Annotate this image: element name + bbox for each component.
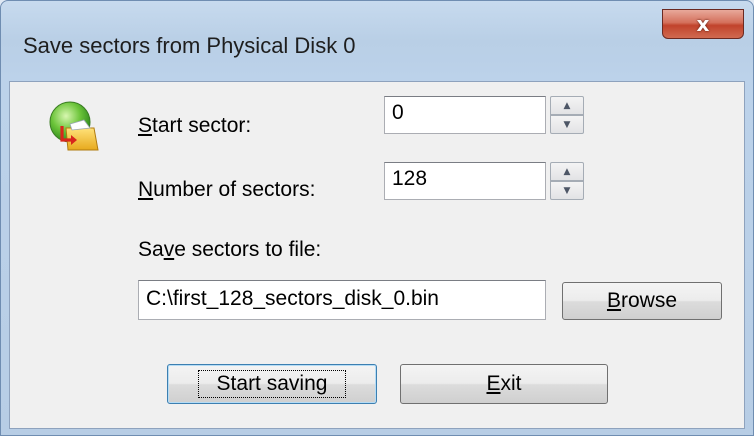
save-file-path-input[interactable]: C:\first_128_sectors_disk_0.bin xyxy=(138,280,546,320)
title-bar[interactable]: Save sectors from Physical Disk 0 x xyxy=(1,1,753,81)
exit-button[interactable]: Exit xyxy=(400,364,608,404)
browse-button[interactable]: Browse xyxy=(562,282,722,320)
window-title: Save sectors from Physical Disk 0 xyxy=(23,33,356,58)
spin-down-arrow-icon[interactable]: ▼ xyxy=(550,115,584,134)
spin-down-arrow-icon[interactable]: ▼ xyxy=(550,181,584,200)
start-sector-label: Start sector: xyxy=(138,114,252,137)
start-sector-spinner: ▲ ▼ xyxy=(550,96,584,134)
spin-up-arrow-icon[interactable]: ▲ xyxy=(550,162,584,181)
start-saving-button[interactable]: Start saving xyxy=(167,364,377,404)
dialog-client-area: Start sector: 0 ▲ ▼ Number of sectors: 1… xyxy=(9,81,745,429)
spin-up-arrow-icon[interactable]: ▲ xyxy=(550,96,584,115)
number-of-sectors-input[interactable]: 128 xyxy=(384,162,546,200)
start-saving-label: Start saving xyxy=(197,370,347,398)
close-button[interactable]: x xyxy=(662,9,744,39)
save-sectors-icon xyxy=(49,101,99,151)
number-of-sectors-label: Number of sectors: xyxy=(138,178,316,201)
save-to-file-label: Save sectors to file: xyxy=(138,238,322,261)
start-sector-input[interactable]: 0 xyxy=(384,96,546,134)
dialog-window: Save sectors from Physical Disk 0 x Star… xyxy=(0,0,754,436)
close-icon: x xyxy=(696,12,710,36)
number-of-sectors-spinner: ▲ ▼ xyxy=(550,162,584,200)
